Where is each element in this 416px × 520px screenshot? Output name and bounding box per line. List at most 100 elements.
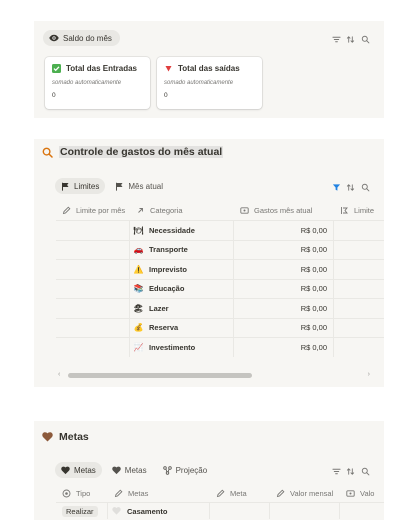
saldo-tab-label: Saldo do mês xyxy=(63,33,112,43)
cell-limite[interactable] xyxy=(56,299,130,318)
category-emoji-icon: 📈 xyxy=(133,342,144,352)
cell-limite-formula[interactable] xyxy=(334,241,384,260)
sort-icon[interactable] xyxy=(345,182,355,192)
category-label: Educação xyxy=(149,284,185,294)
col-valor[interactable]: Valo xyxy=(340,484,384,502)
card-saidas[interactable]: Total das saídas somado automaticamente … xyxy=(157,57,262,109)
cell-categoria[interactable]: ⚠️ Imprevisto xyxy=(130,260,234,279)
heart-icon xyxy=(112,466,121,475)
col-tipo[interactable]: Tipo xyxy=(56,484,108,502)
table-row[interactable]: 🏖 Lazer R$ 0,00 xyxy=(56,298,384,318)
tab-projecao[interactable]: Projeção xyxy=(157,462,214,478)
search-icon[interactable] xyxy=(360,182,370,192)
col-valor-mensal[interactable]: Valor mensal xyxy=(270,484,340,502)
cell-categoria[interactable]: 🏖 Lazer xyxy=(130,299,234,318)
flag-icon xyxy=(115,182,124,191)
cell-tipo[interactable]: Realizar xyxy=(56,503,108,519)
col-gastos-mes-atual[interactable]: Gastos mês atual xyxy=(234,201,334,220)
col-metas[interactable]: Metas xyxy=(108,484,210,502)
filter-icon[interactable] xyxy=(331,34,341,44)
cell-limite[interactable] xyxy=(56,240,130,259)
cell-categoria[interactable]: 🍽 Necessidade xyxy=(130,221,234,240)
tab-limites[interactable]: Limites xyxy=(55,178,106,194)
cell-meta[interactable] xyxy=(210,503,270,519)
cell-limite-formula[interactable] xyxy=(334,260,384,279)
sort-icon[interactable] xyxy=(345,466,355,476)
cell-gastos[interactable]: R$ 0,00 xyxy=(234,338,334,357)
card-saidas-subtitle: somado automaticamente xyxy=(164,80,234,86)
col-label: Valor mensal xyxy=(290,488,334,498)
col-label: Gastos mês atual xyxy=(254,206,313,215)
cell-categoria[interactable]: 📚 Educação xyxy=(130,279,234,298)
sort-icon[interactable] xyxy=(345,34,355,44)
cell-limite-formula[interactable] xyxy=(334,319,384,338)
col-label: Metas xyxy=(128,488,149,498)
cell-valor-mensal[interactable] xyxy=(270,503,340,519)
table-row[interactable]: 💰 Reserva R$ 0,00 xyxy=(56,317,384,338)
category-label: Necessidade xyxy=(149,225,195,235)
search-icon[interactable] xyxy=(360,34,370,44)
row-name: Casamento xyxy=(127,506,168,516)
scroll-right-icon[interactable]: › xyxy=(368,371,370,378)
cell-limite[interactable] xyxy=(56,318,130,337)
tab-metas[interactable]: Metas xyxy=(55,462,102,478)
cell-gastos[interactable]: R$ 0,00 xyxy=(234,279,334,298)
controle-section: Controle de gastos do mês atual Limites … xyxy=(34,139,384,387)
cell-gastos[interactable]: R$ 0,00 xyxy=(234,240,334,259)
cell-gastos[interactable]: R$ 0,00 xyxy=(234,299,334,318)
cell-limite[interactable] xyxy=(56,338,130,357)
card-entradas[interactable]: Total das Entradas somado automaticament… xyxy=(45,57,150,109)
cell-limite-formula[interactable] xyxy=(334,299,384,318)
metas-table: Tipo Metas Meta Valor mensal Valo Realiz… xyxy=(56,484,384,519)
metas-section: Metas Metas Metas Projeção Tipo Metas Me… xyxy=(34,421,384,520)
cell-limite[interactable] xyxy=(56,260,130,279)
card-saidas-title: Total das saídas xyxy=(178,64,240,73)
cell-categoria[interactable]: 📈 Investimento xyxy=(130,338,234,357)
horizontal-scrollbar[interactable]: ‹ › xyxy=(58,371,370,378)
scroll-left-icon[interactable]: ‹ xyxy=(58,371,60,378)
page-title: Controle de gastos do mês atual xyxy=(59,146,224,158)
col-limite[interactable]: Limite xyxy=(334,201,384,220)
cell-limite-formula[interactable] xyxy=(334,280,384,299)
cell-limite[interactable] xyxy=(56,221,130,240)
tab-metas-2[interactable]: Metas xyxy=(106,462,153,478)
cell-limite-formula[interactable] xyxy=(334,221,384,240)
col-categoria[interactable]: Categoria xyxy=(130,201,234,220)
table-row[interactable]: 🍽 Necessidade R$ 0,00 xyxy=(56,220,384,240)
metas-tabs: Metas Metas Projeção xyxy=(55,462,213,478)
table-row[interactable]: ⚠️ Imprevisto R$ 0,00 xyxy=(56,259,384,279)
table-row[interactable]: 📚 Educação R$ 0,00 xyxy=(56,278,384,299)
filter-active-icon[interactable] xyxy=(331,182,341,192)
tab-metas-label: Metas xyxy=(74,465,96,475)
col-meta[interactable]: Meta xyxy=(210,484,270,502)
cell-limite-formula[interactable] xyxy=(334,338,384,357)
col-label: Meta xyxy=(230,488,247,498)
cell-gastos[interactable]: R$ 0,00 xyxy=(234,260,334,279)
table-row[interactable]: Realizar Casamento xyxy=(56,502,384,519)
category-label: Lazer xyxy=(149,303,169,313)
tab-mes-atual[interactable]: Mês atual xyxy=(109,178,169,194)
category-emoji-icon: 🚗 xyxy=(133,245,144,255)
heart-icon xyxy=(61,466,70,475)
cell-categoria[interactable]: 💰 Reserva xyxy=(130,318,234,337)
search-icon[interactable] xyxy=(360,466,370,476)
cell-valor[interactable] xyxy=(340,503,384,519)
table-row[interactable]: 📈 Investimento R$ 0,00 xyxy=(56,337,384,357)
table-row[interactable]: 🚗 Transporte R$ 0,00 xyxy=(56,239,384,260)
heart-icon xyxy=(42,432,53,442)
cell-gastos[interactable]: R$ 0,00 xyxy=(234,318,334,337)
saldo-section: Saldo do mês Total das Entradas somado a… xyxy=(34,21,384,118)
scroll-thumb[interactable] xyxy=(68,373,252,378)
col-label: Limite por mês xyxy=(76,206,126,215)
controle-header: Controle de gastos do mês atual xyxy=(42,146,224,158)
saldo-tab[interactable]: Saldo do mês xyxy=(43,30,120,46)
red-triangle-icon xyxy=(164,64,173,73)
col-limite-por-mes[interactable]: Limite por mês xyxy=(56,201,130,220)
filter-icon[interactable] xyxy=(331,466,341,476)
cell-gastos[interactable]: R$ 0,00 xyxy=(234,221,334,240)
cell-categoria[interactable]: 🚗 Transporte xyxy=(130,240,234,259)
pencil-icon xyxy=(114,489,123,498)
cell-metas[interactable]: Casamento xyxy=(108,503,210,519)
tab-projecao-label: Projeção xyxy=(175,465,208,475)
cell-limite[interactable] xyxy=(56,279,130,298)
